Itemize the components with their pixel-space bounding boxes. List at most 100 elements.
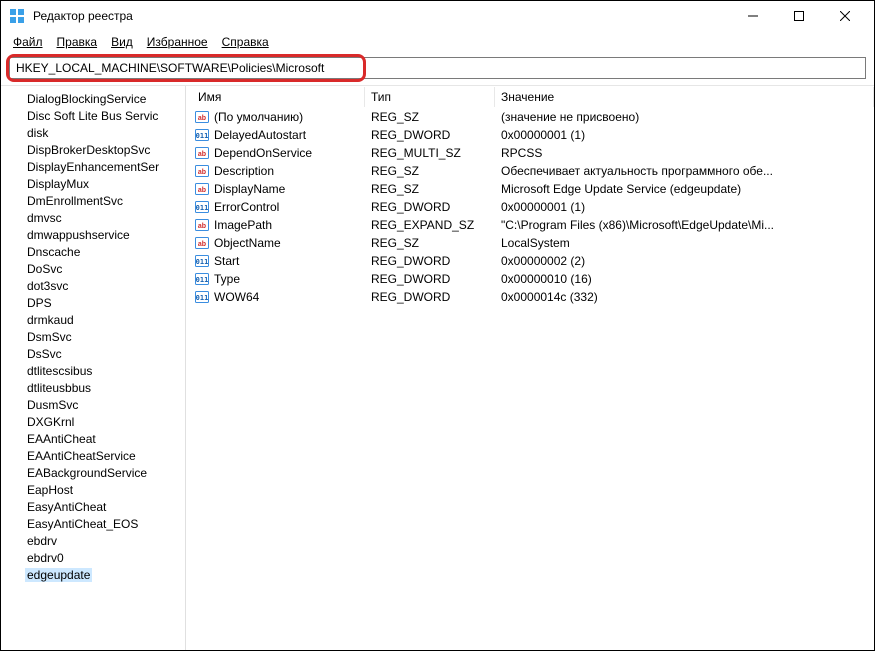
key-tree[interactable]: DialogBlockingService Disc Soft Lite Bus … (1, 86, 186, 650)
value-row[interactable]: abImagePathREG_EXPAND_SZ"C:\Program File… (190, 216, 874, 234)
tree-item[interactable]: EapHost (1, 481, 185, 498)
svg-text:ab: ab (198, 187, 206, 194)
tree-item[interactable]: DialogBlockingService (1, 90, 185, 107)
value-name: ObjectName (214, 236, 281, 250)
tree-item-label: DmEnrollmentSvc (25, 194, 125, 208)
value-name: WOW64 (214, 290, 259, 304)
tree-item[interactable]: edgeupdate (1, 566, 185, 583)
tree-item[interactable]: EABackgroundService (1, 464, 185, 481)
value-type: REG_DWORD (365, 290, 495, 304)
tree-item[interactable]: dmwappushservice (1, 226, 185, 243)
tree-item[interactable]: Dnscache (1, 243, 185, 260)
value-type: REG_SZ (365, 110, 495, 124)
address-input[interactable] (9, 57, 866, 79)
tree-item[interactable]: DoSvc (1, 260, 185, 277)
svg-text:ab: ab (198, 241, 206, 248)
binary-value-icon: 011 (194, 253, 210, 269)
value-row[interactable]: 011TypeREG_DWORD0x00000010 (16) (190, 270, 874, 288)
window-title: Редактор реестра (33, 9, 133, 23)
value-row[interactable]: abDescriptionREG_SZОбеспечивает актуальн… (190, 162, 874, 180)
value-name-cell: 011Start (190, 253, 365, 269)
tree-item[interactable]: DispBrokerDesktopSvc (1, 141, 185, 158)
menu-help[interactable]: Справка (216, 33, 275, 51)
tree-item[interactable]: DmEnrollmentSvc (1, 192, 185, 209)
value-row[interactable]: 011DelayedAutostartREG_DWORD0x00000001 (… (190, 126, 874, 144)
menu-view[interactable]: Вид (105, 33, 139, 51)
menu-file[interactable]: Файл (7, 33, 49, 51)
tree-item[interactable]: DusmSvc (1, 396, 185, 413)
tree-item-label: DXGKrnl (25, 415, 76, 429)
tree-item[interactable]: DisplayEnhancementSer (1, 158, 185, 175)
tree-item-label: ebdrv0 (25, 551, 66, 565)
value-name-cell: abDescription (190, 163, 365, 179)
value-data: RPCSS (495, 146, 874, 160)
value-row[interactable]: 011ErrorControlREG_DWORD0x00000001 (1) (190, 198, 874, 216)
maximize-button[interactable] (776, 1, 822, 31)
address-bar (9, 57, 866, 79)
tree-item[interactable]: EasyAntiCheat (1, 498, 185, 515)
close-button[interactable] (822, 1, 868, 31)
tree-item-label: EasyAntiCheat_EOS (25, 517, 140, 531)
value-row[interactable]: abDependOnServiceREG_MULTI_SZRPCSS (190, 144, 874, 162)
tree-item[interactable]: ebdrv (1, 532, 185, 549)
tree-item[interactable]: DsmSvc (1, 328, 185, 345)
col-header-name[interactable]: Имя (190, 87, 365, 107)
list-body[interactable]: ab(По умолчанию)REG_SZ(значение не присв… (190, 108, 874, 650)
tree-item[interactable]: ebdrv0 (1, 549, 185, 566)
value-name-cell: abImagePath (190, 217, 365, 233)
value-data: "C:\Program Files (x86)\Microsoft\EdgeUp… (495, 218, 874, 232)
value-row[interactable]: abObjectNameREG_SZLocalSystem (190, 234, 874, 252)
tree-item-label: Disc Soft Lite Bus Servic (25, 109, 160, 123)
tree-item[interactable]: dtlitescsibus (1, 362, 185, 379)
tree-item[interactable]: DXGKrnl (1, 413, 185, 430)
value-list: Имя Тип Значение ab(По умолчанию)REG_SZ(… (190, 86, 874, 650)
minimize-button[interactable] (730, 1, 776, 31)
svg-text:011: 011 (196, 276, 209, 284)
tree-item[interactable]: disk (1, 124, 185, 141)
value-data: 0x00000001 (1) (495, 128, 874, 142)
value-data: (значение не присвоено) (495, 110, 874, 124)
value-row[interactable]: 011StartREG_DWORD0x00000002 (2) (190, 252, 874, 270)
value-name-cell: abDependOnService (190, 145, 365, 161)
col-header-type[interactable]: Тип (365, 87, 495, 107)
tree-item-label: DsSvc (25, 347, 64, 361)
tree-item[interactable]: DPS (1, 294, 185, 311)
value-type: REG_SZ (365, 164, 495, 178)
tree-item[interactable]: drmkaud (1, 311, 185, 328)
tree-item[interactable]: dmvsc (1, 209, 185, 226)
value-name-cell: abDisplayName (190, 181, 365, 197)
tree-item[interactable]: EAAntiCheatService (1, 447, 185, 464)
svg-text:011: 011 (196, 132, 209, 140)
titlebar: Редактор реестра (1, 1, 874, 31)
value-data: 0x00000002 (2) (495, 254, 874, 268)
tree-item-label: DisplayMux (25, 177, 91, 191)
value-data: LocalSystem (495, 236, 874, 250)
tree-item[interactable]: EAAntiCheat (1, 430, 185, 447)
tree-item[interactable]: EasyAntiCheat_EOS (1, 515, 185, 532)
tree-item-label: dmvsc (25, 211, 64, 225)
tree-item[interactable]: dot3svc (1, 277, 185, 294)
menu-edit[interactable]: Правка (51, 33, 104, 51)
string-value-icon: ab (194, 163, 210, 179)
svg-text:011: 011 (196, 294, 209, 302)
value-name: Type (214, 272, 240, 286)
tree-item[interactable] (1, 583, 185, 600)
col-header-data[interactable]: Значение (495, 87, 874, 107)
menu-favorites[interactable]: Избранное (141, 33, 214, 51)
tree-item[interactable]: DsSvc (1, 345, 185, 362)
value-name-cell: ab(По умолчанию) (190, 109, 365, 125)
tree-item[interactable]: dtliteusbbus (1, 379, 185, 396)
value-type: REG_DWORD (365, 272, 495, 286)
menubar: Файл Правка Вид Избранное Справка (1, 31, 874, 55)
value-data: 0x00000001 (1) (495, 200, 874, 214)
tree-item[interactable]: Disc Soft Lite Bus Servic (1, 107, 185, 124)
value-row[interactable]: abDisplayNameREG_SZMicrosoft Edge Update… (190, 180, 874, 198)
tree-item-label: DsmSvc (25, 330, 74, 344)
value-row[interactable]: ab(По умолчанию)REG_SZ(значение не присв… (190, 108, 874, 126)
binary-value-icon: 011 (194, 271, 210, 287)
value-data: Microsoft Edge Update Service (edgeupdat… (495, 182, 874, 196)
tree-item[interactable]: DisplayMux (1, 175, 185, 192)
tree-item-label: disk (25, 126, 50, 140)
value-row[interactable]: 011WOW64REG_DWORD0x0000014c (332) (190, 288, 874, 306)
tree-item-label: drmkaud (25, 313, 76, 327)
